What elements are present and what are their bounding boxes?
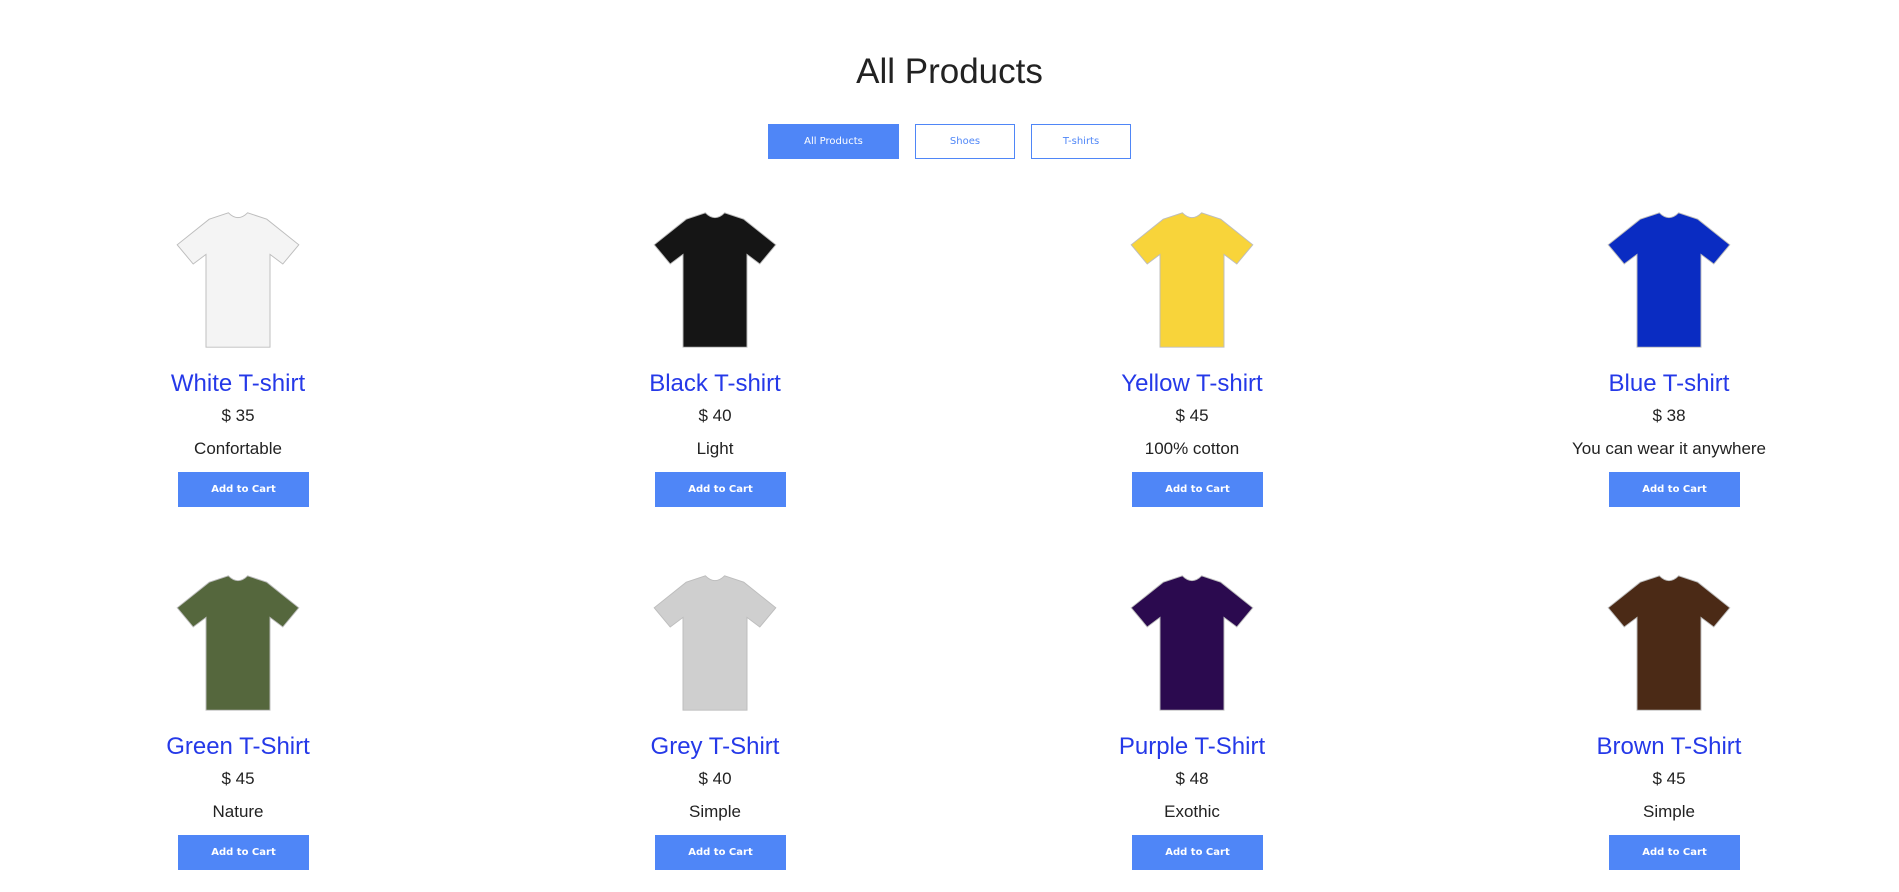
- product-price: $ 40: [698, 769, 732, 788]
- product-image[interactable]: [515, 195, 915, 365]
- product-image[interactable]: [992, 558, 1392, 728]
- product-name[interactable]: White T-shirt: [38, 370, 438, 398]
- tshirt-icon: [1130, 575, 1254, 711]
- product-name[interactable]: Purple T-Shirt: [992, 733, 1392, 761]
- product-name[interactable]: Brown T-Shirt: [1469, 733, 1869, 761]
- product-price: $ 40: [698, 406, 732, 425]
- filter-shoes-button[interactable]: Shoes: [915, 124, 1015, 159]
- product-description: Nature: [212, 802, 264, 821]
- add-to-cart-button[interactable]: Add to Cart: [1609, 472, 1740, 507]
- page-title: All Products: [856, 52, 1043, 91]
- product-image[interactable]: [38, 558, 438, 728]
- tshirt-icon: [653, 212, 777, 348]
- product-price: $ 38: [1652, 406, 1686, 425]
- add-to-cart-button[interactable]: Add to Cart: [1132, 835, 1263, 870]
- product-name[interactable]: Yellow T-shirt: [992, 370, 1392, 398]
- add-to-cart-button[interactable]: Add to Cart: [1132, 472, 1263, 507]
- product-image[interactable]: [1469, 558, 1869, 728]
- product-name[interactable]: Grey T-Shirt: [515, 733, 915, 761]
- add-to-cart-button[interactable]: Add to Cart: [178, 472, 309, 507]
- filter-all-products-button[interactable]: All Products: [768, 124, 899, 159]
- product-description: Simple: [1643, 802, 1695, 821]
- product-name[interactable]: Black T-shirt: [515, 370, 915, 398]
- tshirt-icon: [653, 575, 777, 711]
- add-to-cart-button[interactable]: Add to Cart: [655, 835, 786, 870]
- add-to-cart-button[interactable]: Add to Cart: [655, 472, 786, 507]
- product-name[interactable]: Blue T-shirt: [1469, 370, 1869, 398]
- product-image[interactable]: [515, 558, 915, 728]
- add-to-cart-button[interactable]: Add to Cart: [178, 835, 309, 870]
- tshirt-icon: [1607, 212, 1731, 348]
- product-description: Exothic: [1164, 802, 1220, 821]
- product-price: $ 48: [1175, 769, 1209, 788]
- tshirt-icon: [1607, 575, 1731, 711]
- product-name[interactable]: Green T-Shirt: [38, 733, 438, 761]
- product-description: 100% cotton: [1144, 439, 1240, 458]
- product-price: $ 45: [1175, 406, 1209, 425]
- add-to-cart-button[interactable]: Add to Cart: [1609, 835, 1740, 870]
- product-price: $ 35: [221, 406, 255, 425]
- product-image[interactable]: [992, 195, 1392, 365]
- product-price: $ 45: [1652, 769, 1686, 788]
- product-price: $ 45: [221, 769, 255, 788]
- product-description: Light: [696, 439, 734, 458]
- filter-tshirts-button[interactable]: T-shirts: [1031, 124, 1131, 159]
- tshirt-icon: [176, 212, 300, 348]
- tshirt-icon: [176, 575, 300, 711]
- filter-bar: All Products Shoes T-shirts: [0, 124, 1899, 159]
- product-image[interactable]: [38, 195, 438, 365]
- product-description: You can wear it anywhere: [1571, 439, 1767, 458]
- product-description: Simple: [689, 802, 741, 821]
- product-description: Confortable: [194, 439, 282, 458]
- tshirt-icon: [1130, 212, 1254, 348]
- product-image[interactable]: [1469, 195, 1869, 365]
